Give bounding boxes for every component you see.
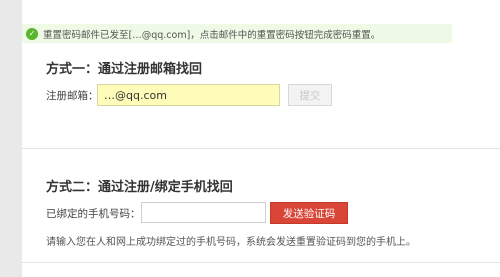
email-label: 注册邮箱：: [46, 90, 99, 102]
phone-label: 已绑定的手机号码：: [46, 208, 141, 220]
phone-hint: 请输入您在人和网上成功绑定过的手机号码，系统会发送重置验证码到您的手机上。: [46, 237, 416, 248]
success-notice: ✓ 重置密码邮件已发至[…@qq.com]，点击邮件中的重置密码按钮完成密码重置…: [22, 24, 452, 43]
section-divider: [22, 148, 500, 149]
method2-title: 方式二：通过注册/绑定手机找回: [46, 180, 233, 195]
left-gutter: [0, 0, 22, 277]
notice-text: 重置密码邮件已发至[…@qq.com]，点击邮件中的重置密码按钮完成密码重置。: [43, 29, 381, 41]
email-field[interactable]: …@qq.com: [97, 84, 280, 106]
bottom-divider: [22, 262, 500, 263]
method1-title: 方式一：通过注册邮箱找回: [46, 62, 203, 77]
submit-button[interactable]: 提交: [288, 84, 332, 106]
phone-field[interactable]: [141, 202, 266, 223]
check-circle-icon: ✓: [26, 27, 38, 40]
email-value: …@qq.com: [104, 88, 167, 102]
send-code-button[interactable]: 发送验证码: [270, 202, 348, 224]
